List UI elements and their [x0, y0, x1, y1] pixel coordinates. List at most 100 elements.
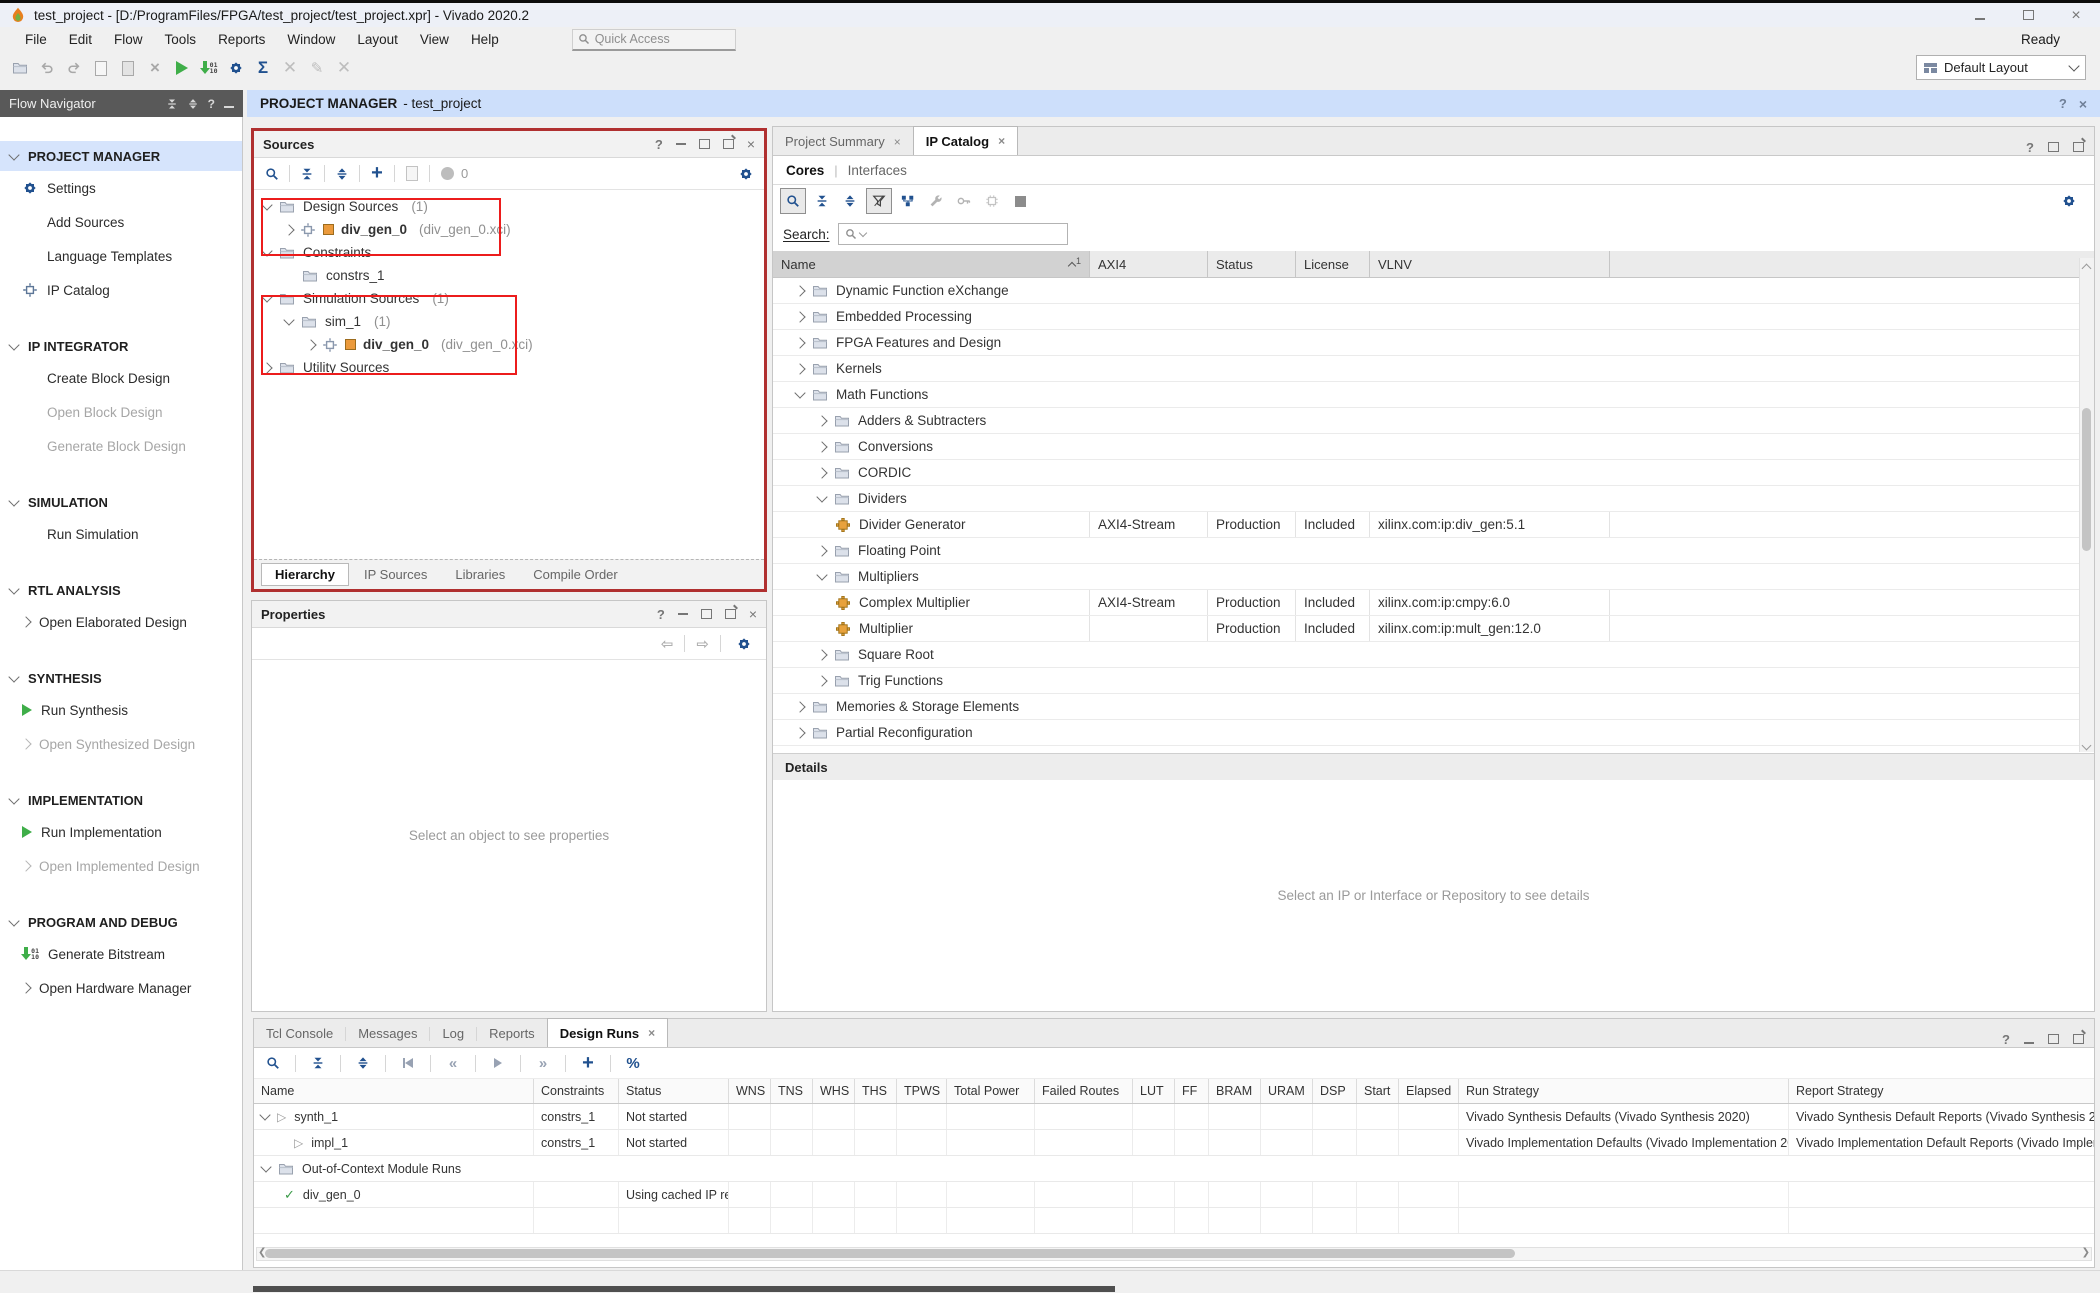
layout-selector[interactable]: Default Layout: [1916, 55, 2086, 80]
column-failed-routes[interactable]: Failed Routes: [1035, 1079, 1133, 1103]
ip-category-row[interactable]: Floating Point: [773, 538, 2094, 564]
ip-category-row[interactable]: Multipliers: [773, 564, 2094, 590]
flow-item-run-implementation[interactable]: Run Implementation: [0, 815, 242, 849]
ip-category-row[interactable]: Dividers: [773, 486, 2094, 512]
collapse-all-icon[interactable]: [306, 1051, 330, 1075]
delete-icon[interactable]: ×: [143, 56, 167, 80]
flow-section-ip-integrator[interactable]: IP INTEGRATOR: [0, 331, 242, 361]
cancel-icon[interactable]: ✕: [332, 56, 356, 80]
settings-gear-icon[interactable]: [2057, 189, 2081, 213]
search-icon[interactable]: [261, 1051, 285, 1075]
flow-section-synthesis[interactable]: SYNTHESIS: [0, 663, 242, 693]
flow-item-create-block-design[interactable]: Create Block Design: [0, 361, 242, 395]
scroll-up-icon[interactable]: [2082, 264, 2092, 274]
column-axi4[interactable]: AXI4: [1090, 251, 1208, 277]
help-icon[interactable]: ?: [2059, 96, 2067, 111]
column-report-strategy[interactable]: Report Strategy: [1789, 1079, 2094, 1103]
close-icon[interactable]: ×: [648, 1026, 655, 1040]
open-icon[interactable]: [8, 56, 32, 80]
flow-section-rtl-analysis[interactable]: RTL ANALYSIS: [0, 575, 242, 605]
float-icon[interactable]: [725, 609, 736, 619]
expand-all-icon[interactable]: [187, 98, 199, 110]
column-status[interactable]: Status: [619, 1079, 729, 1103]
add-sources-icon[interactable]: +: [365, 162, 389, 186]
help-icon[interactable]: ?: [655, 137, 663, 152]
expand-all-icon[interactable]: [330, 162, 354, 186]
tree-row-sim-1[interactable]: sim_1 (1): [254, 310, 764, 333]
copy-icon[interactable]: [89, 56, 113, 80]
maximize-icon[interactable]: [2048, 140, 2059, 155]
column-start[interactable]: Start: [1357, 1079, 1399, 1103]
settings-gear-icon[interactable]: [732, 632, 756, 656]
filter-icon[interactable]: [866, 188, 892, 214]
close-icon[interactable]: ×: [998, 134, 1005, 148]
column-constraints[interactable]: Constraints: [534, 1079, 619, 1103]
ip-row-complex-multiplier[interactable]: Complex Multiplier AXI4-Stream Productio…: [773, 590, 2094, 616]
collapse-all-icon[interactable]: [810, 189, 834, 213]
collapse-all-icon[interactable]: [166, 98, 178, 110]
menu-tools[interactable]: Tools: [154, 32, 208, 47]
column-name[interactable]: Name: [254, 1079, 534, 1103]
column-elapsed[interactable]: Elapsed: [1399, 1079, 1459, 1103]
help-icon[interactable]: ?: [2002, 1032, 2010, 1047]
tab-ip-catalog[interactable]: IP Catalog ×: [913, 126, 1018, 155]
menu-file[interactable]: File: [14, 32, 58, 47]
scroll-down-icon[interactable]: [2082, 741, 2092, 751]
flow-section-program-and-debug[interactable]: PROGRAM AND DEBUG: [0, 907, 242, 937]
column-license[interactable]: License: [1296, 251, 1370, 277]
hierarchy-icon[interactable]: [896, 189, 920, 213]
horizontal-scrollbar[interactable]: ❮ ❯: [256, 1247, 2092, 1261]
tab-design-runs[interactable]: Design Runs ×: [547, 1018, 668, 1047]
scrollbar-thumb[interactable]: [2082, 408, 2091, 551]
tab-interfaces[interactable]: Interfaces: [848, 163, 907, 178]
column-run-strategy[interactable]: Run Strategy: [1459, 1079, 1789, 1103]
collapse-all-icon[interactable]: [295, 162, 319, 186]
menu-layout[interactable]: Layout: [346, 32, 409, 47]
settings-gear-icon[interactable]: [734, 162, 758, 186]
column-bram[interactable]: BRAM: [1209, 1079, 1261, 1103]
ip-category-row[interactable]: Math Functions: [773, 382, 2094, 408]
search-icon[interactable]: [780, 188, 806, 214]
flow-section-project-manager[interactable]: PROJECT MANAGER: [0, 141, 242, 171]
column-whs[interactable]: WHS: [813, 1079, 855, 1103]
maximize-icon[interactable]: [2048, 1032, 2059, 1047]
expand-all-icon[interactable]: [838, 189, 862, 213]
maximize-button[interactable]: [2004, 8, 2052, 23]
minimize-icon[interactable]: [676, 143, 686, 145]
minimize-icon[interactable]: [2024, 1032, 2034, 1047]
column-tpws[interactable]: TPWS: [897, 1079, 947, 1103]
tab-messages[interactable]: Messages: [346, 1020, 429, 1047]
tab-compile-order[interactable]: Compile Order: [520, 564, 631, 585]
close-icon[interactable]: ×: [747, 137, 755, 151]
tree-row-simulation-sources[interactable]: Simulation Sources (1): [254, 287, 764, 310]
flow-item-ip-catalog[interactable]: IP Catalog: [0, 273, 242, 307]
ip-category-row[interactable]: Adders & Subtracters: [773, 408, 2094, 434]
ip-category-row[interactable]: Trig Functions: [773, 668, 2094, 694]
quick-access-search[interactable]: Quick Access: [572, 29, 736, 51]
column-status[interactable]: Status: [1208, 251, 1296, 277]
flow-item-add-sources[interactable]: Add Sources: [0, 205, 242, 239]
flow-section-simulation[interactable]: SIMULATION: [0, 487, 242, 517]
ip-category-row[interactable]: Embedded Processing: [773, 304, 2094, 330]
settings-icon[interactable]: [224, 56, 248, 80]
ip-category-row[interactable]: CORDIC: [773, 460, 2094, 486]
column-vlnv[interactable]: VLNV: [1370, 251, 1610, 277]
tab-tcl-console[interactable]: Tcl Console: [254, 1020, 345, 1047]
tree-row-constrs-1[interactable]: constrs_1: [254, 264, 764, 287]
close-icon[interactable]: ×: [2079, 97, 2087, 111]
tab-hierarchy[interactable]: Hierarchy: [261, 563, 349, 586]
ip-category-row[interactable]: Partial Reconfiguration: [773, 720, 2094, 746]
flow-item-run-simulation[interactable]: Run Simulation: [0, 517, 242, 551]
tab-project-summary[interactable]: Project Summary ×: [773, 128, 913, 155]
edit-icon[interactable]: ✎: [305, 56, 329, 80]
ip-row-divider-generator[interactable]: Divider Generator AXI4-Stream Production…: [773, 512, 2094, 538]
run-row-div-gen-0[interactable]: ✓div_gen_0 Using cached IP results: [254, 1182, 2094, 1208]
flow-item-settings[interactable]: Settings: [0, 171, 242, 205]
maximize-icon[interactable]: [699, 139, 710, 149]
expand-all-icon[interactable]: [351, 1051, 375, 1075]
column-total-power[interactable]: Total Power: [947, 1079, 1035, 1103]
close-button[interactable]: ×: [2052, 8, 2100, 23]
menu-window[interactable]: Window: [276, 32, 346, 47]
run-group-out-of-context[interactable]: Out-of-Context Module Runs: [254, 1156, 2094, 1182]
redo-icon[interactable]: [62, 56, 86, 80]
